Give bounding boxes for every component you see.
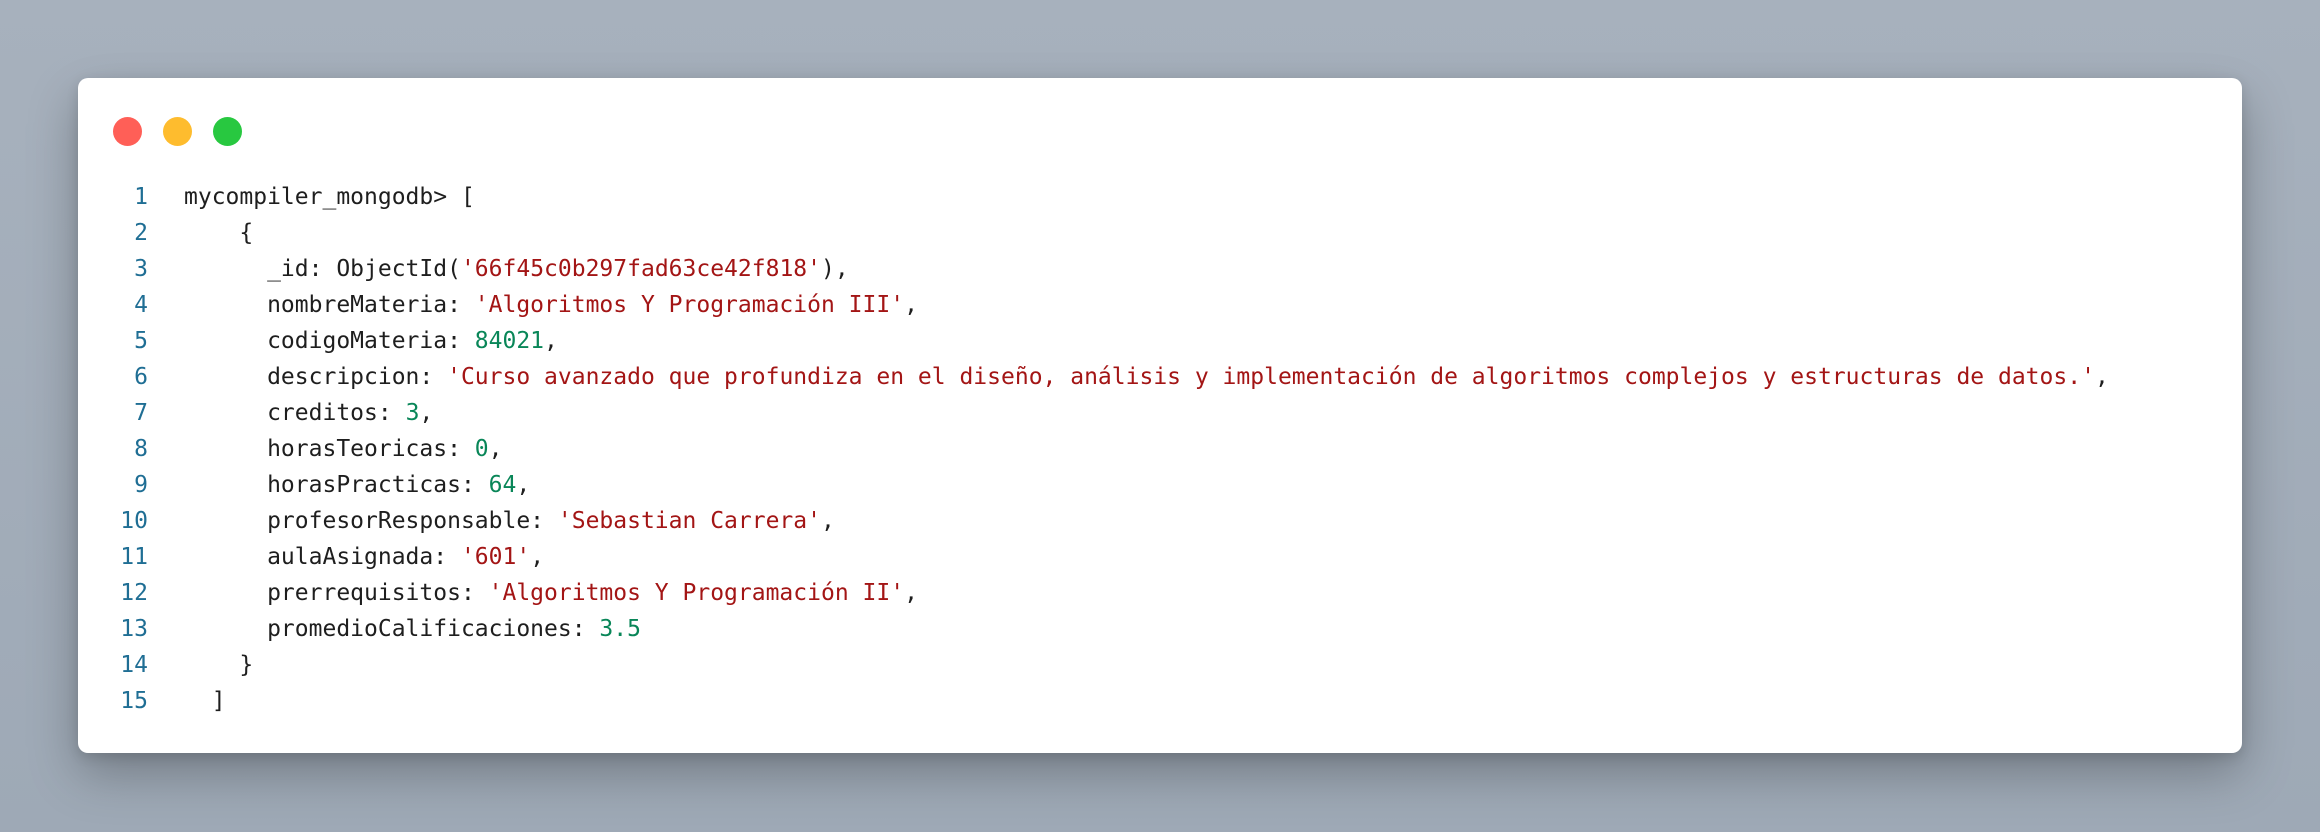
line-source: horasTeoricas: 0,: [148, 431, 503, 467]
line-number: 14: [120, 652, 148, 678]
number-token: 0: [474, 436, 489, 462]
code-token: mycompiler_mongodb> [: [184, 184, 475, 210]
line-source: profesorResponsable: 'Sebastian Carrera'…: [148, 503, 835, 539]
code-token: ,: [904, 292, 918, 318]
code-token: aulaAsignada:: [184, 544, 461, 570]
line-source: promedioCalificaciones: 3.5: [148, 611, 641, 647]
string-token: 'Algoritmos Y Programación III': [474, 292, 905, 318]
number-token: 3: [405, 400, 420, 426]
code-line: 14 }: [78, 647, 2242, 683]
code-line: 5 codigoMateria: 84021,: [78, 323, 2242, 359]
line-source: aulaAsignada: '601',: [148, 539, 544, 575]
code-token: ,: [530, 544, 545, 570]
string-token: 'Sebastian Carrera': [557, 508, 821, 534]
code-token: creditos:: [184, 400, 406, 426]
code-token: nombreMateria:: [184, 292, 475, 318]
code-token: }: [184, 652, 254, 678]
code-token: descripcion:: [184, 364, 448, 390]
line-source: horasPracticas: 64,: [148, 467, 530, 503]
maximize-button[interactable]: [213, 117, 242, 146]
line-source: _id: ObjectId('66f45c0b297fad63ce42f818'…: [148, 251, 849, 287]
code-line: 8 horasTeoricas: 0,: [78, 431, 2242, 467]
code-line: 7 creditos: 3,: [78, 395, 2242, 431]
code-token: ]: [184, 688, 226, 714]
line-number: 8: [134, 436, 148, 462]
code-token: prerrequisitos:: [184, 580, 489, 606]
code-line: 9 horasPracticas: 64,: [78, 467, 2242, 503]
string-token: 'Curso avanzado que profundiza en el dis…: [447, 364, 2095, 390]
number-token: 64: [488, 472, 517, 498]
code-token: ,: [820, 508, 835, 534]
window-controls: [113, 117, 242, 146]
code-token: horasTeoricas:: [184, 436, 475, 462]
line-number: 2: [134, 220, 148, 246]
line-number: 13: [120, 616, 148, 642]
code-token: codigoMateria:: [184, 328, 475, 354]
close-button[interactable]: [113, 117, 142, 146]
line-number: 15: [120, 688, 148, 714]
code-line: 10 profesorResponsable: 'Sebastian Carre…: [78, 503, 2242, 539]
number-token: 3.5: [599, 616, 641, 642]
line-number: 4: [134, 292, 148, 318]
line-number: 3: [134, 256, 148, 282]
minimize-button[interactable]: [163, 117, 192, 146]
code-token: horasPracticas:: [184, 472, 489, 498]
code-token: {: [184, 220, 254, 246]
code-token: promedioCalificaciones:: [184, 616, 600, 642]
code-line: 2 {: [78, 215, 2242, 251]
code-line: 3 _id: ObjectId('66f45c0b297fad63ce42f81…: [78, 251, 2242, 287]
line-number: 11: [120, 544, 148, 570]
code-window: 1 mycompiler_mongodb> [2 {3 _id: ObjectId…: [78, 78, 2242, 753]
code-token: ,: [2094, 364, 2109, 390]
code-line: 4 nombreMateria: 'Algoritmos Y Programac…: [78, 287, 2242, 323]
line-number: 7: [134, 400, 148, 426]
string-token: 'Algoritmos Y Programación II': [488, 580, 905, 606]
line-source: mycompiler_mongodb> [: [148, 179, 475, 215]
line-number: 1: [134, 184, 148, 210]
line-number: 5: [134, 328, 148, 354]
string-token: '601': [460, 544, 531, 570]
line-source: creditos: 3,: [148, 395, 433, 431]
line-source: ]: [148, 683, 226, 719]
code-line: 11 aulaAsignada: '601',: [78, 539, 2242, 575]
line-number: 6: [134, 364, 148, 390]
line-source: nombreMateria: 'Algoritmos Y Programació…: [148, 287, 918, 323]
code-token: profesorResponsable:: [184, 508, 558, 534]
line-source: descripcion: 'Curso avanzado que profund…: [148, 359, 2109, 395]
code-token: ,: [488, 436, 503, 462]
line-number: 9: [134, 472, 148, 498]
code-token: ,: [419, 400, 434, 426]
code-block: 1 mycompiler_mongodb> [2 {3 _id: ObjectId…: [78, 179, 2242, 719]
code-token: ),: [820, 256, 849, 282]
line-source: codigoMateria: 84021,: [148, 323, 558, 359]
code-token: _id: ObjectId(: [184, 256, 461, 282]
line-source: prerrequisitos: 'Algoritmos Y Programaci…: [148, 575, 918, 611]
line-number: 12: [120, 580, 148, 606]
line-source: {: [148, 215, 253, 251]
line-source: }: [148, 647, 253, 683]
code-line: 1 mycompiler_mongodb> [: [78, 179, 2242, 215]
number-token: 84021: [474, 328, 545, 354]
code-token: ,: [516, 472, 531, 498]
code-line: 6 descripcion: 'Curso avanzado que profu…: [78, 359, 2242, 395]
line-number: 10: [120, 508, 148, 534]
code-token: ,: [904, 580, 918, 606]
code-line: 15 ]: [78, 683, 2242, 719]
string-token: '66f45c0b297fad63ce42f818': [460, 256, 821, 282]
code-line: 12 prerrequisitos: 'Algoritmos Y Program…: [78, 575, 2242, 611]
code-line: 13 promedioCalificaciones: 3.5: [78, 611, 2242, 647]
code-token: ,: [544, 328, 558, 354]
